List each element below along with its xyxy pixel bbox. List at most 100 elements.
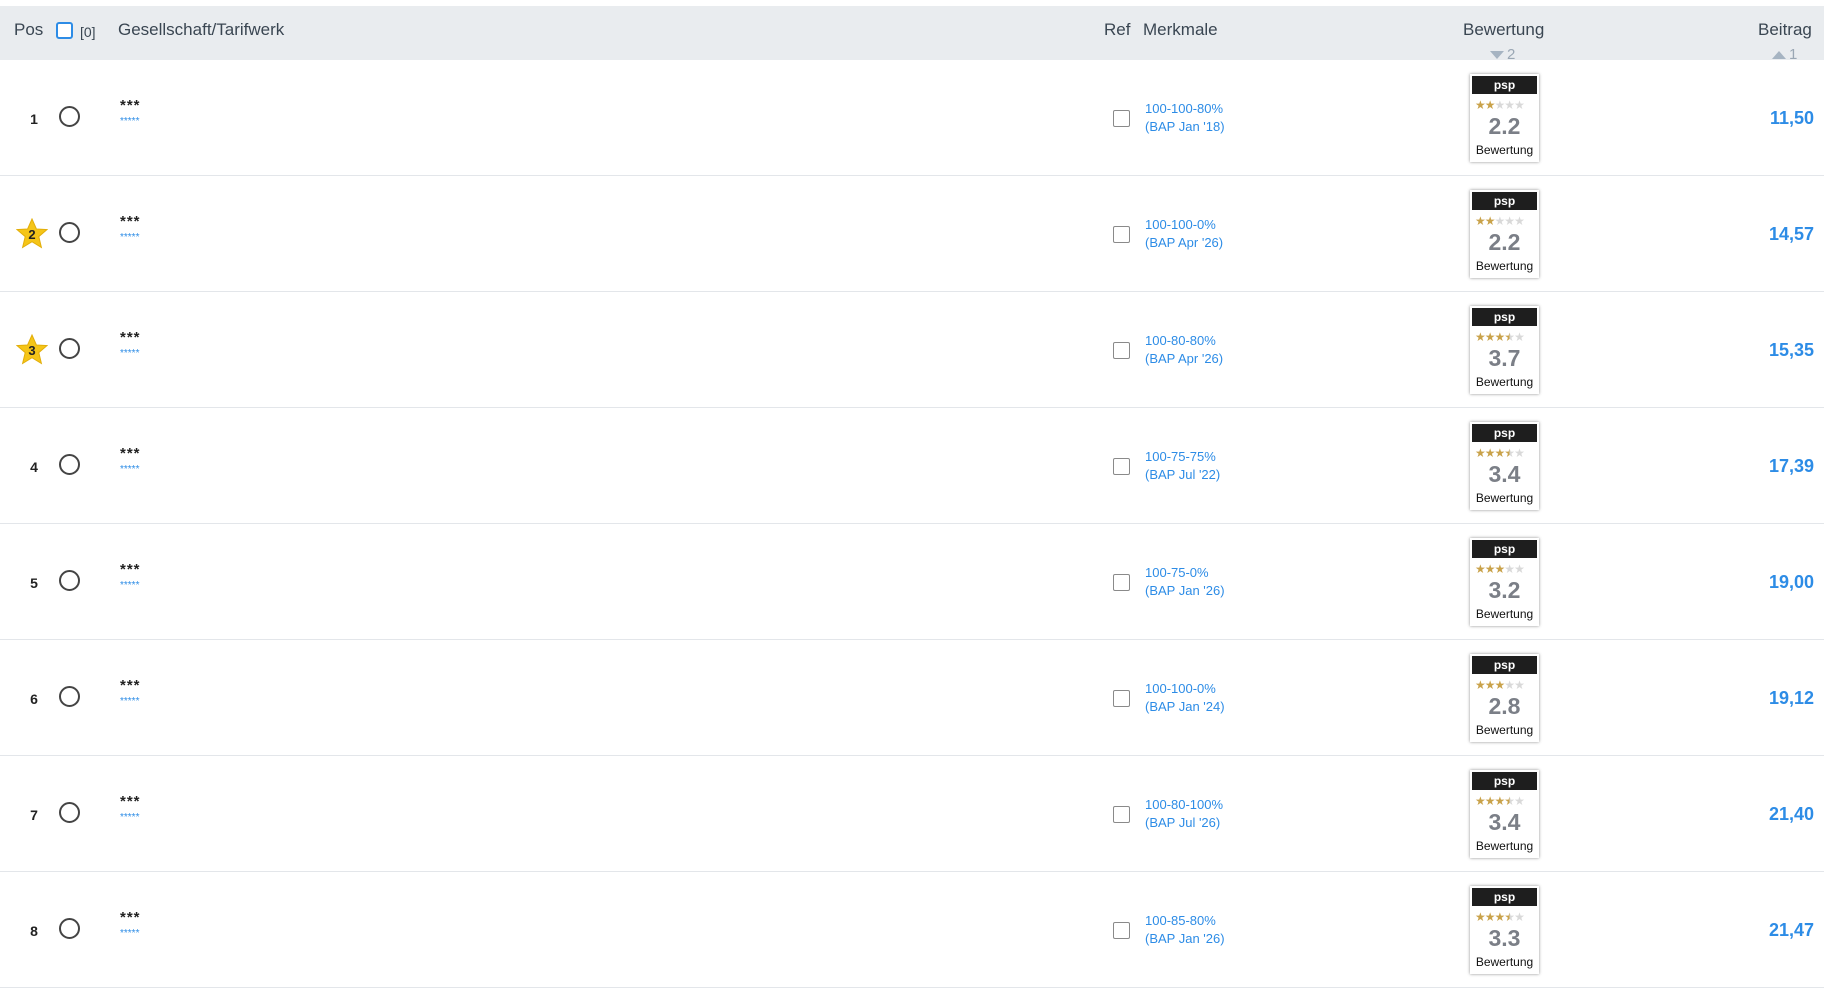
tariff-comparison-table: Pos [0] Gesellschaft/Tarifwerk Ref Merkm… [0, 0, 1824, 988]
table-row[interactable]: 6 *** ***** 100-100-0% (BAP Jan '24) psp ★★★★★… [0, 640, 1824, 756]
merkmale-percentages[interactable]: 100-80-80% [1145, 333, 1216, 348]
rating-score: 3.3 [1488, 925, 1521, 951]
tariff-name[interactable]: ***** [120, 464, 139, 475]
rating-score: 3.4 [1488, 809, 1521, 835]
table-row[interactable]: 8 *** ***** 100-85-80% (BAP Jan '26) psp ★★★★★… [0, 872, 1824, 988]
select-all-checkbox[interactable] [56, 22, 73, 39]
reference-checkbox[interactable] [1113, 806, 1130, 823]
company-name[interactable]: *** [120, 909, 141, 926]
select-tariff-radio[interactable] [59, 222, 80, 243]
badge-brand: psp [1472, 424, 1537, 442]
merkmale-percentages[interactable]: 100-75-0% [1145, 565, 1209, 580]
rating-stars-icon: ★★★★★ [1475, 214, 1525, 228]
premium-price[interactable]: 21,47 [1769, 920, 1814, 941]
sort-up-icon [1772, 51, 1786, 60]
header-merkmale: Merkmale [1143, 20, 1218, 39]
psp-rating-badge[interactable]: psp ★★★★★ 2.2 Bewertung [1470, 74, 1539, 162]
tariff-name[interactable]: ***** [120, 928, 139, 939]
merkmale-percentages[interactable]: 100-100-80% [1145, 101, 1223, 116]
premium-price[interactable]: 17,39 [1769, 456, 1814, 477]
merkmale-bap[interactable]: (BAP Jul '26) [1145, 815, 1220, 830]
table-row[interactable]: 4 *** ***** 100-75-75% (BAP Jul '22) psp ★★★★★… [0, 408, 1824, 524]
merkmale-bap[interactable]: (BAP Jan '18) [1145, 119, 1225, 134]
premium-price[interactable]: 15,35 [1769, 340, 1814, 361]
company-name[interactable]: *** [120, 97, 141, 114]
rating-score: 3.4 [1488, 461, 1521, 487]
company-name[interactable]: *** [120, 793, 141, 810]
merkmale-percentages[interactable]: 100-85-80% [1145, 913, 1216, 928]
company-name[interactable]: *** [120, 213, 141, 230]
premium-price[interactable]: 14,57 [1769, 224, 1814, 245]
badge-brand: psp [1472, 308, 1537, 326]
row-position: 4 [30, 459, 38, 475]
badge-brand: psp [1472, 192, 1537, 210]
merkmale-percentages[interactable]: 100-100-0% [1145, 217, 1216, 232]
merkmale-percentages[interactable]: 100-100-0% [1145, 681, 1216, 696]
select-tariff-radio[interactable] [59, 338, 80, 359]
tariff-name[interactable]: ***** [120, 812, 139, 823]
premium-price[interactable]: 19,00 [1769, 572, 1814, 593]
psp-rating-badge[interactable]: psp ★★★★★ 2.8 Bewertung [1470, 654, 1539, 742]
psp-rating-badge[interactable]: psp ★★★★★ 3.3 Bewertung [1470, 886, 1539, 974]
reference-checkbox[interactable] [1113, 458, 1130, 475]
merkmale-bap[interactable]: (BAP Jan '26) [1145, 583, 1225, 598]
select-tariff-radio[interactable] [59, 686, 80, 707]
reference-checkbox[interactable] [1113, 922, 1130, 939]
badge-brand: psp [1472, 772, 1537, 790]
row-position: 6 [30, 691, 38, 707]
company-name[interactable]: *** [120, 677, 141, 694]
select-tariff-radio[interactable] [59, 918, 80, 939]
tariff-name[interactable]: ***** [120, 348, 139, 359]
table-header: Pos [0] Gesellschaft/Tarifwerk Ref Merkm… [0, 6, 1824, 63]
company-name[interactable]: *** [120, 329, 141, 346]
merkmale-percentages[interactable]: 100-75-75% [1145, 449, 1216, 464]
table-row[interactable]: 5 *** ***** 100-75-0% (BAP Jan '26) psp ★★★★★ 3… [0, 524, 1824, 640]
header-gesellschaft[interactable]: Gesellschaft/Tarifwerk [118, 20, 284, 40]
rating-score: 2.2 [1488, 229, 1521, 255]
select-tariff-radio[interactable] [59, 454, 80, 475]
merkmale-bap[interactable]: (BAP Jan '24) [1145, 699, 1225, 714]
merkmale-bap[interactable]: (BAP Jul '22) [1145, 467, 1220, 482]
merkmale-bap[interactable]: (BAP Apr '26) [1145, 351, 1223, 366]
rating-label: Bewertung [1475, 259, 1534, 273]
select-tariff-radio[interactable] [59, 570, 80, 591]
rating-score: 2.8 [1488, 693, 1521, 719]
badge-brand: psp [1472, 76, 1537, 94]
table-row[interactable]: 3 *** ***** 100-80-80% (BAP Apr '26) psp ★★★★★… [0, 292, 1824, 408]
psp-rating-badge[interactable]: psp ★★★★★ 2.2 Bewertung [1470, 190, 1539, 278]
rating-label: Bewertung [1475, 143, 1534, 157]
select-tariff-radio[interactable] [59, 106, 80, 127]
merkmale-bap[interactable]: (BAP Apr '26) [1145, 235, 1223, 250]
select-tariff-radio[interactable] [59, 802, 80, 823]
table-row[interactable]: 2 *** ***** 100-100-0% (BAP Apr '26) psp ★★★★★… [0, 176, 1824, 292]
rating-label: Bewertung [1475, 491, 1534, 505]
premium-price[interactable]: 11,50 [1770, 108, 1814, 129]
psp-rating-badge[interactable]: psp ★★★★★ 3.4 Bewertung [1470, 770, 1539, 858]
header-pos[interactable]: Pos [14, 20, 43, 40]
reference-checkbox[interactable] [1113, 690, 1130, 707]
merkmale-percentages[interactable]: 100-80-100% [1145, 797, 1223, 812]
reference-checkbox[interactable] [1113, 226, 1130, 243]
company-name[interactable]: *** [120, 445, 141, 462]
rating-label: Bewertung [1475, 607, 1534, 621]
psp-rating-badge[interactable]: psp ★★★★★ 3.4 Bewertung [1470, 422, 1539, 510]
reference-checkbox[interactable] [1113, 110, 1130, 127]
psp-rating-badge[interactable]: psp ★★★★★ 3.2 Bewertung [1470, 538, 1539, 626]
header-beitrag[interactable]: Beitrag [1758, 20, 1812, 40]
reference-checkbox[interactable] [1113, 342, 1130, 359]
premium-price[interactable]: 19,12 [1769, 688, 1814, 709]
table-row[interactable]: 7 *** ***** 100-80-100% (BAP Jul '26) psp ★★★★… [0, 756, 1824, 872]
merkmale-bap[interactable]: (BAP Jan '26) [1145, 931, 1225, 946]
tariff-name[interactable]: ***** [120, 580, 139, 591]
psp-rating-badge[interactable]: psp ★★★★★ 3.7 Bewertung [1470, 306, 1539, 394]
badge-brand: psp [1472, 888, 1537, 906]
tariff-name[interactable]: ***** [120, 696, 139, 707]
header-bewertung[interactable]: Bewertung [1463, 20, 1544, 40]
company-name[interactable]: *** [120, 561, 141, 578]
table-row[interactable]: 1 *** ***** 100-100-80% (BAP Jan '18) psp ★★★★… [0, 60, 1824, 176]
rating-score: 3.7 [1488, 345, 1521, 371]
tariff-name[interactable]: ***** [120, 116, 139, 127]
premium-price[interactable]: 21,40 [1769, 804, 1814, 825]
tariff-name[interactable]: ***** [120, 232, 139, 243]
reference-checkbox[interactable] [1113, 574, 1130, 591]
